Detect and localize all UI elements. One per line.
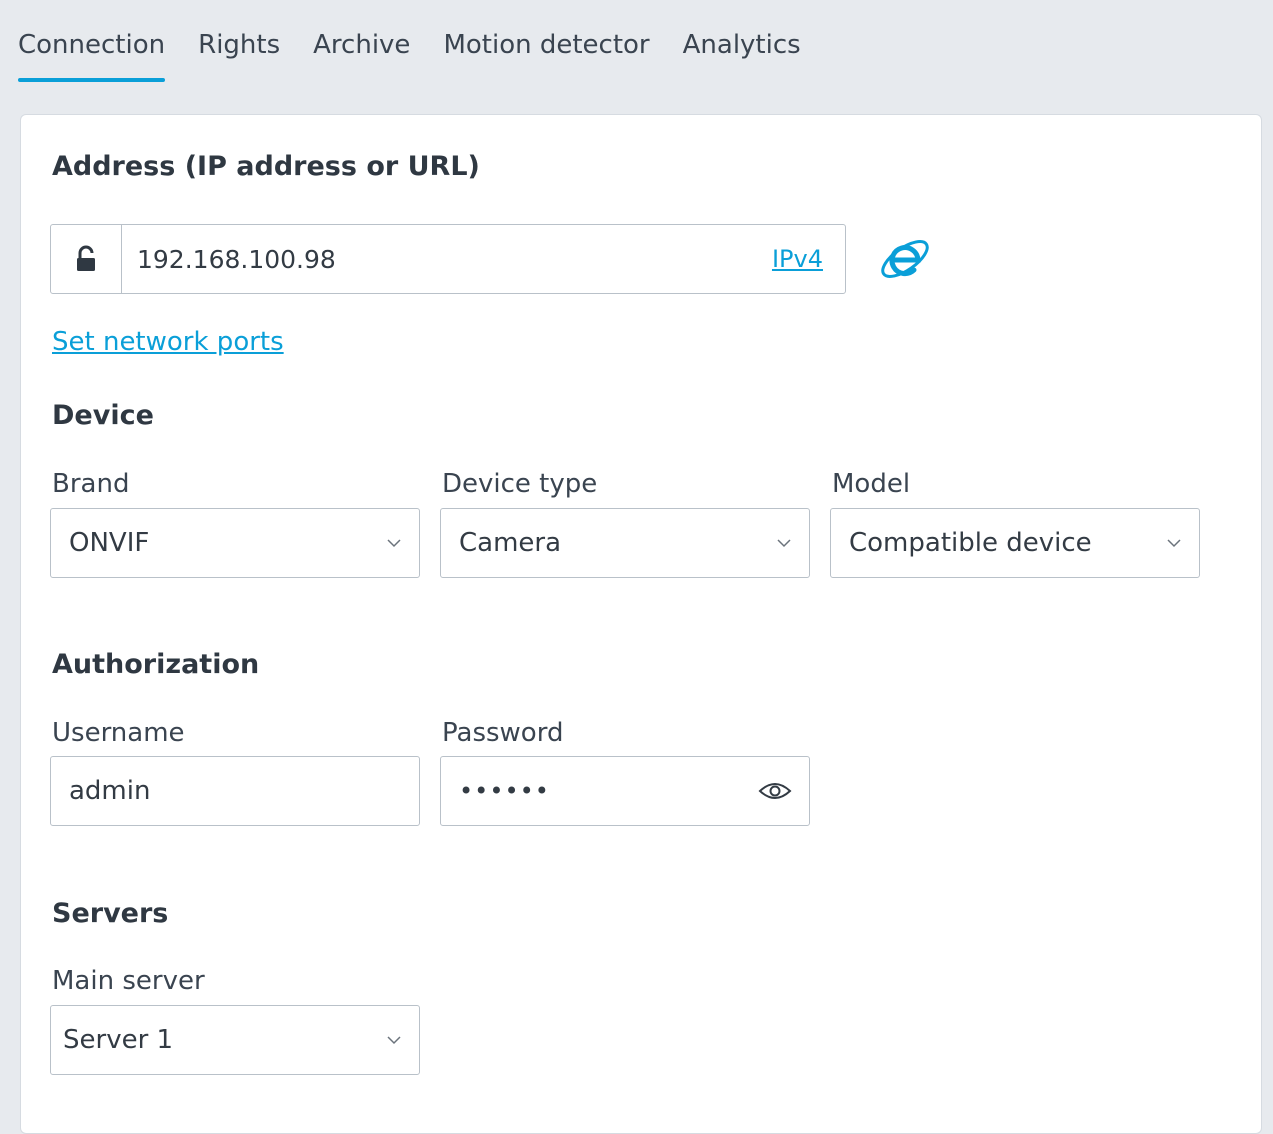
main-server-value: Server 1 (63, 1025, 174, 1055)
device-heading: Device (52, 400, 154, 431)
tab-rights[interactable]: Rights (198, 0, 280, 82)
model-select[interactable]: Compatible device (830, 508, 1200, 578)
address-input[interactable]: 192.168.100.98 (137, 225, 336, 293)
chevron-down-icon (777, 539, 791, 548)
address-input-group: 192.168.100.98 IPv4 (50, 224, 846, 294)
address-heading: Address (IP address or URL) (52, 151, 480, 182)
ipv4-link[interactable]: IPv4 (772, 225, 823, 293)
tab-archive[interactable]: Archive (313, 0, 410, 82)
username-label: Username (52, 718, 185, 748)
tab-motion-detector[interactable]: Motion detector (443, 0, 649, 82)
lock-toggle-button[interactable] (51, 225, 122, 293)
device-type-label: Device type (442, 469, 598, 499)
device-type-value: Camera (459, 528, 562, 558)
chevron-down-icon (387, 539, 401, 548)
unlock-icon (77, 245, 95, 271)
username-field[interactable]: admin (50, 756, 420, 826)
tab-connection[interactable]: Connection (18, 0, 166, 82)
brand-label: Brand (52, 469, 130, 499)
servers-heading: Servers (52, 898, 169, 929)
main-server-label: Main server (52, 966, 205, 996)
username-value: admin (69, 776, 151, 806)
eye-icon[interactable] (757, 779, 793, 803)
chevron-down-icon (1167, 539, 1181, 548)
password-value: •••••• (459, 777, 550, 805)
tab-bar: Connection Rights Archive Motion detecto… (18, 0, 834, 100)
model-value: Compatible device (849, 528, 1092, 558)
set-network-ports-link[interactable]: Set network ports (52, 327, 284, 357)
brand-select[interactable]: ONVIF (50, 508, 420, 578)
password-field[interactable]: •••••• (440, 756, 810, 826)
device-type-select[interactable]: Camera (440, 508, 810, 578)
chevron-down-icon (387, 1036, 401, 1045)
internet-explorer-icon[interactable] (876, 232, 934, 286)
main-server-select[interactable]: Server 1 (50, 1005, 420, 1075)
connection-panel: Address (IP address or URL) 192.168.100.… (20, 114, 1262, 1134)
password-label: Password (442, 718, 564, 748)
model-label: Model (832, 469, 911, 499)
authorization-heading: Authorization (52, 649, 260, 680)
brand-value: ONVIF (69, 528, 150, 558)
tab-analytics[interactable]: Analytics (683, 0, 801, 82)
